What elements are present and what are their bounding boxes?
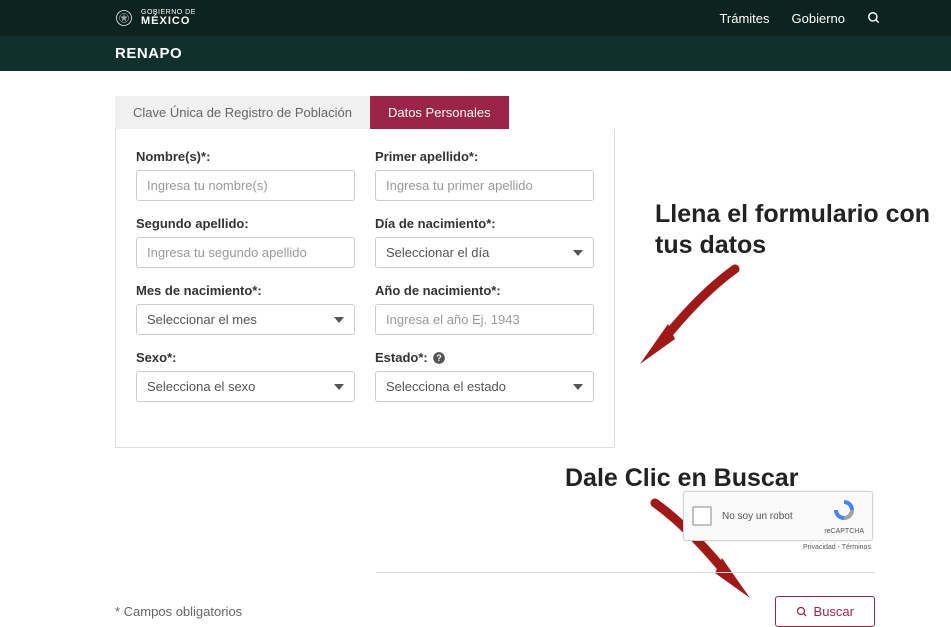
required-note: * Campos obligatorios: [115, 604, 242, 619]
select-dia-nacimiento[interactable]: Seleccionar el día: [375, 237, 594, 268]
select-sexo[interactable]: Selecciona el sexo: [136, 371, 355, 402]
recaptcha-terms[interactable]: Privacidad - Términos: [803, 544, 871, 551]
svg-text:?: ?: [436, 352, 441, 362]
recaptcha-icon: [832, 498, 856, 522]
recaptcha-widget: No soy un robot reCAPTCHA: [683, 491, 873, 541]
input-segundo-apellido[interactable]: [136, 237, 355, 268]
recaptcha-label: No soy un robot: [722, 511, 814, 522]
divider: [376, 572, 875, 573]
label-primer-apellido: Primer apellido*:: [375, 149, 594, 164]
input-nombres[interactable]: [136, 170, 355, 201]
input-primer-apellido[interactable]: [375, 170, 594, 201]
mexico-seal-icon: [115, 9, 133, 27]
recaptcha-checkbox[interactable]: [692, 506, 712, 526]
annotation-click-search: Dale Clic en Buscar: [565, 464, 798, 493]
form-panel: Nombre(s)*: Primer apellido*: Segundo ap…: [115, 129, 615, 448]
recaptcha-brand: reCAPTCHA: [824, 528, 864, 535]
label-estado: Estado*: ?: [375, 350, 594, 365]
subheader: RENAPO: [0, 36, 951, 71]
annotation-fill-form: Llena el formulario con tus datos: [655, 199, 951, 262]
help-icon[interactable]: ?: [432, 351, 446, 365]
search-icon: [796, 606, 808, 618]
topbar: GOBIERNO DE MÉXICO Trámites Gobierno: [0, 0, 951, 36]
input-anio-nacimiento[interactable]: [375, 304, 594, 335]
search-button-label: Buscar: [814, 604, 854, 619]
select-estado[interactable]: Selecciona el estado: [375, 371, 594, 402]
search-button[interactable]: Buscar: [775, 596, 875, 627]
label-nombres: Nombre(s)*:: [136, 149, 355, 164]
bottom-row: * Campos obligatorios Buscar: [115, 596, 875, 627]
topbar-nav: Trámites Gobierno: [719, 11, 881, 26]
nav-tramites[interactable]: Trámites: [719, 11, 769, 26]
main-content: Clave Única de Registro de Población Dat…: [0, 71, 951, 448]
select-mes-nacimiento[interactable]: Seleccionar el mes: [136, 304, 355, 335]
label-sexo: Sexo*:: [136, 350, 355, 365]
search-icon[interactable]: [867, 11, 881, 25]
tabs: Clave Única de Registro de Población Dat…: [115, 96, 881, 129]
gov-line2: MÉXICO: [141, 16, 196, 27]
recaptcha-badge: reCAPTCHA: [824, 498, 864, 535]
arrow-icon: [630, 264, 750, 374]
nav-gobierno[interactable]: Gobierno: [792, 11, 845, 26]
tab-datos-personales[interactable]: Datos Personales: [370, 96, 509, 129]
label-dia-nacimiento: Día de nacimiento*:: [375, 216, 594, 231]
tab-curp[interactable]: Clave Única de Registro de Población: [115, 96, 370, 129]
subheader-title: RENAPO: [115, 45, 182, 62]
label-segundo-apellido: Segundo apellido:: [136, 216, 355, 231]
label-mes-nacimiento: Mes de nacimiento*:: [136, 283, 355, 298]
label-anio-nacimiento: Año de nacimiento*:: [375, 283, 594, 298]
gov-logo: GOBIERNO DE MÉXICO: [115, 9, 196, 27]
